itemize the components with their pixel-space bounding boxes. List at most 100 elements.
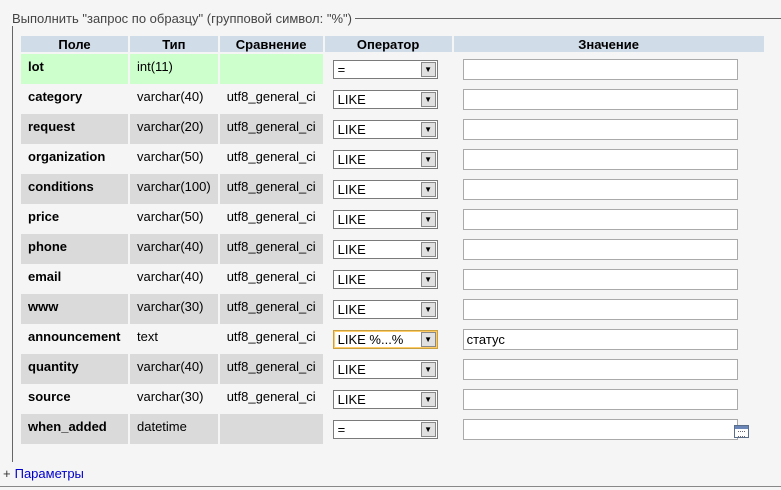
operator-select[interactable]: LIKE ▼: [332, 390, 438, 409]
dropdown-arrow-icon[interactable]: ▼: [420, 392, 436, 407]
column-header-type: Тип: [130, 36, 218, 54]
value-input[interactable]: [462, 149, 738, 170]
operator-select[interactable]: LIKE ▼: [332, 360, 438, 379]
field-collation: [219, 414, 323, 444]
field-type: varchar(100): [130, 174, 218, 204]
field-name: organization: [21, 144, 128, 174]
field-type: varchar(30): [130, 294, 218, 324]
operator-selected-value: LIKE: [337, 272, 366, 287]
operator-select[interactable]: LIKE ▼: [332, 150, 438, 169]
column-header-operator: Оператор: [324, 36, 452, 54]
field-type: varchar(20): [130, 114, 218, 144]
value-input[interactable]: [462, 299, 738, 320]
value-input[interactable]: [462, 89, 738, 110]
value-input[interactable]: [462, 239, 738, 260]
field-name: when_added: [21, 414, 128, 444]
field-type: varchar(40): [130, 84, 218, 114]
value-cell: [454, 234, 764, 264]
field-name: conditions: [21, 174, 128, 204]
table-row: quantity varchar(40) utf8_general_ci LIKE ▼: [21, 354, 764, 384]
dropdown-arrow-icon[interactable]: ▼: [420, 422, 436, 437]
value-input[interactable]: [462, 419, 738, 440]
value-input[interactable]: [462, 59, 738, 80]
expand-plus-icon[interactable]: +: [3, 466, 11, 481]
operator-selected-value: LIKE: [337, 122, 366, 137]
operator-select[interactable]: LIKE ▼: [332, 270, 438, 289]
value-input[interactable]: [462, 269, 738, 290]
dropdown-arrow-icon[interactable]: ▼: [420, 152, 436, 167]
operator-select[interactable]: = ▼: [332, 420, 438, 439]
table-row: source varchar(30) utf8_general_ci LIKE ▼: [21, 384, 764, 414]
table-row: conditions varchar(100) utf8_general_ci LIK…: [21, 174, 764, 204]
dropdown-arrow-icon[interactable]: ▼: [420, 302, 436, 317]
field-collation: utf8_general_ci: [219, 114, 323, 144]
calendar-icon[interactable]: [734, 425, 749, 438]
table-row: when_added datetime = ▼: [21, 414, 764, 444]
field-name: announcement: [21, 324, 128, 354]
table-header-row: Поле Тип Сравнение Оператор Значение: [21, 36, 764, 54]
operator-selected-value: LIKE: [337, 302, 366, 317]
value-input[interactable]: статус: [462, 329, 738, 350]
operator-select[interactable]: LIKE ▼: [332, 300, 438, 319]
parameters-toggle[interactable]: + Параметры: [3, 466, 84, 481]
dropdown-arrow-icon[interactable]: ▼: [420, 212, 436, 227]
operator-select[interactable]: LIKE ▼: [332, 240, 438, 259]
field-collation: utf8_general_ci: [219, 264, 323, 294]
operator-cell: LIKE ▼: [325, 264, 452, 294]
fieldset-legend: Выполнить "запрос по образцу" (групповой…: [9, 11, 355, 26]
operator-select[interactable]: LIKE ▼: [332, 90, 438, 109]
dropdown-arrow-icon[interactable]: ▼: [420, 332, 436, 347]
field-collation: utf8_general_ci: [219, 294, 323, 324]
operator-select[interactable]: LIKE ▼: [332, 210, 438, 229]
field-type: varchar(40): [130, 234, 218, 264]
bottom-divider: [0, 486, 781, 487]
value-input[interactable]: [462, 179, 738, 200]
field-name: source: [21, 384, 128, 414]
value-cell: [454, 354, 764, 384]
dropdown-arrow-icon[interactable]: ▼: [420, 272, 436, 287]
dropdown-arrow-icon[interactable]: ▼: [420, 62, 436, 77]
field-collation: utf8_general_ci: [219, 144, 323, 174]
value-input[interactable]: [462, 359, 738, 380]
column-header-collation: Сравнение: [219, 36, 323, 54]
field-name: lot: [21, 54, 128, 84]
operator-cell: LIKE ▼: [325, 294, 452, 324]
field-name: www: [21, 294, 128, 324]
operator-selected-value: LIKE: [337, 182, 366, 197]
operator-select[interactable]: LIKE ▼: [332, 120, 438, 139]
operator-cell: = ▼: [325, 54, 452, 84]
operator-selected-value: LIKE %...%: [337, 332, 404, 347]
field-type: varchar(40): [130, 264, 218, 294]
value-input[interactable]: [462, 389, 738, 410]
dropdown-arrow-icon[interactable]: ▼: [420, 122, 436, 137]
operator-selected-value: LIKE: [337, 212, 366, 227]
dropdown-arrow-icon[interactable]: ▼: [420, 182, 436, 197]
operator-select[interactable]: LIKE ▼: [332, 180, 438, 199]
value-cell: [454, 414, 764, 444]
value-input[interactable]: [462, 209, 738, 230]
table-row: organization varchar(50) utf8_general_ci LI…: [21, 144, 764, 174]
value-input[interactable]: [462, 119, 738, 140]
table-row: category varchar(40) utf8_general_ci LIKE ▼: [21, 84, 764, 114]
operator-select[interactable]: LIKE %...% ▼: [332, 330, 438, 349]
field-collation: utf8_general_ci: [219, 204, 323, 234]
parameters-link[interactable]: Параметры: [15, 466, 84, 481]
operator-selected-value: LIKE: [337, 92, 366, 107]
operator-selected-value: LIKE: [337, 392, 366, 407]
operator-selected-value: =: [337, 62, 346, 77]
field-collation: utf8_general_ci: [219, 324, 323, 354]
value-cell: [454, 84, 764, 114]
table-row: lot int(11) = ▼: [21, 54, 764, 84]
dropdown-arrow-icon[interactable]: ▼: [420, 242, 436, 257]
field-collation: utf8_general_ci: [219, 174, 323, 204]
operator-selected-value: LIKE: [337, 152, 366, 167]
dropdown-arrow-icon[interactable]: ▼: [420, 92, 436, 107]
operator-select[interactable]: = ▼: [332, 60, 438, 79]
value-cell: [454, 294, 764, 324]
table-row: announcement text utf8_general_ci LIKE %...…: [21, 324, 764, 354]
field-type: varchar(30): [130, 384, 218, 414]
operator-cell: LIKE ▼: [325, 384, 452, 414]
dropdown-arrow-icon[interactable]: ▼: [420, 362, 436, 377]
field-name: quantity: [21, 354, 128, 384]
field-type: text: [130, 324, 218, 354]
